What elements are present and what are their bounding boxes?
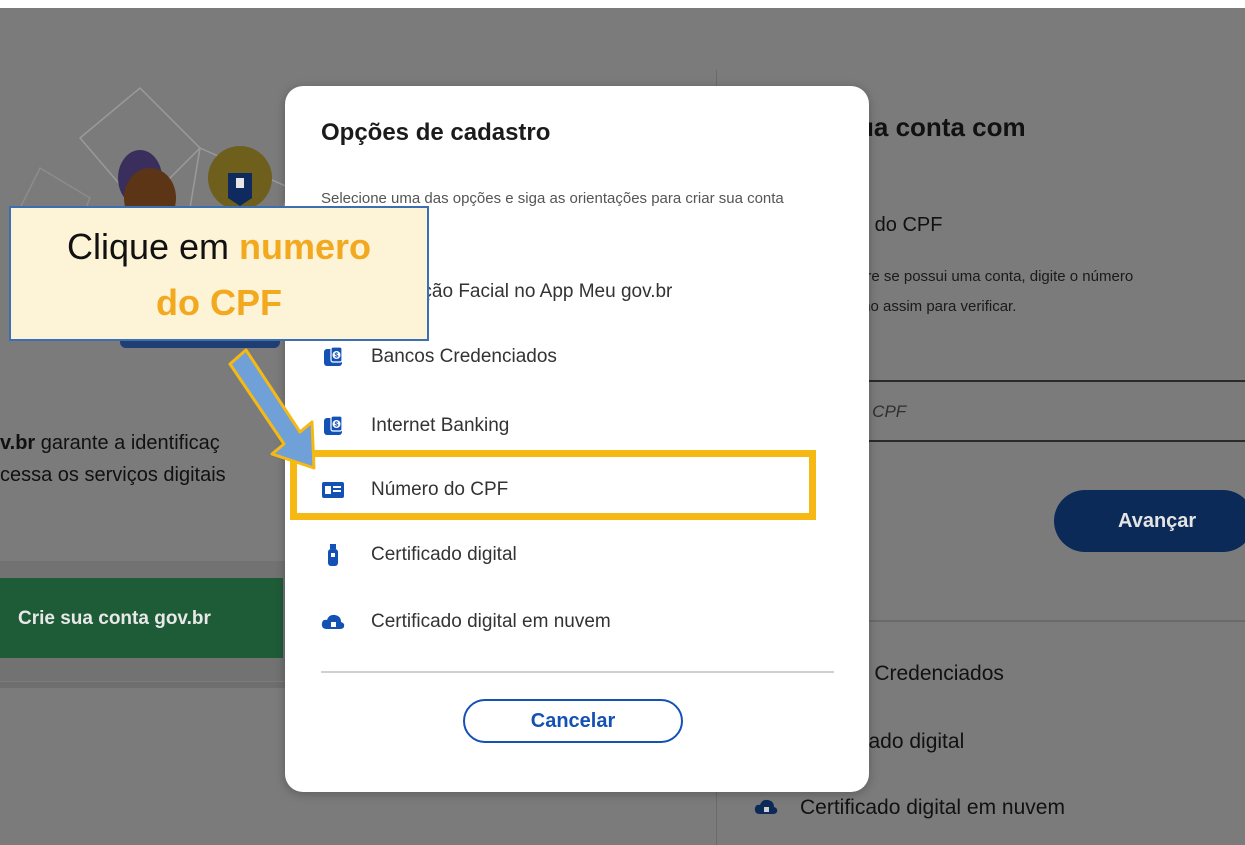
gov-description-line2: cessa os serviços digitais	[0, 464, 226, 486]
highlight-box	[290, 450, 816, 520]
option-accredited-banks[interactable]: $ Bancos Credenciados	[321, 337, 557, 377]
background-option-banks[interactable]: s Credenciados	[858, 662, 1004, 686]
background-subheading: o do CPF	[858, 214, 943, 236]
create-account-card-shadow	[0, 682, 300, 688]
option-cloud-certificate[interactable]: Certificado digital em nuvem	[321, 602, 611, 642]
background-hint-line1: bre se possui uma conta, digite o número	[858, 268, 1134, 285]
option-label: Certificado digital	[371, 544, 517, 565]
usb-token-icon	[321, 543, 345, 567]
background-option-certificate[interactable]: cado digital	[858, 730, 964, 754]
svg-text:$: $	[335, 422, 339, 429]
callout-prefix: Clique em	[66, 226, 240, 267]
callout-line1: Clique em numero	[11, 226, 427, 268]
modal-title: Opções de cadastro	[321, 119, 551, 146]
cancel-button[interactable]: Cancelar	[463, 699, 683, 743]
cloud-lock-icon	[321, 610, 345, 634]
advance-button-label: Avançar	[1118, 510, 1197, 532]
background-heading: ua conta com	[858, 112, 1026, 142]
create-account-button-label: Crie sua conta gov.br	[18, 608, 211, 629]
background-separator	[860, 620, 1245, 622]
option-label: Bancos Credenciados	[371, 346, 557, 367]
option-digital-certificate[interactable]: Certificado digital	[321, 535, 517, 575]
background-option-cloud-certificate[interactable]: Certificado digital em nuvem	[800, 796, 1065, 820]
svg-text:$: $	[335, 353, 339, 360]
registration-options-modal: Opções de cadastro Selecione uma das opç…	[285, 86, 869, 792]
gov-description-line1: v.br garante a identificaç	[0, 432, 220, 455]
option-label: Certificado digital em nuvem	[371, 611, 611, 632]
top-strip	[0, 0, 1245, 8]
cpf-input-top-border	[860, 380, 1245, 382]
callout-line2: do CPF	[156, 282, 282, 323]
gov-description-rest: garante a identificaç	[35, 432, 220, 454]
instruction-callout: Clique em numero do CPF	[9, 206, 429, 341]
cpf-input-bottom-border	[860, 440, 1245, 442]
option-label: Internet Banking	[371, 415, 510, 436]
background-hint-line2: mo assim para verificar.	[858, 298, 1017, 315]
pointer-arrow	[228, 348, 316, 470]
gov-description-bold: v.br	[0, 432, 36, 454]
option-internet-banking[interactable]: $ Internet Banking	[321, 406, 509, 446]
cloud-lock-icon	[754, 799, 778, 814]
modal-divider	[321, 671, 834, 673]
callout-highlight: numero	[239, 226, 372, 267]
